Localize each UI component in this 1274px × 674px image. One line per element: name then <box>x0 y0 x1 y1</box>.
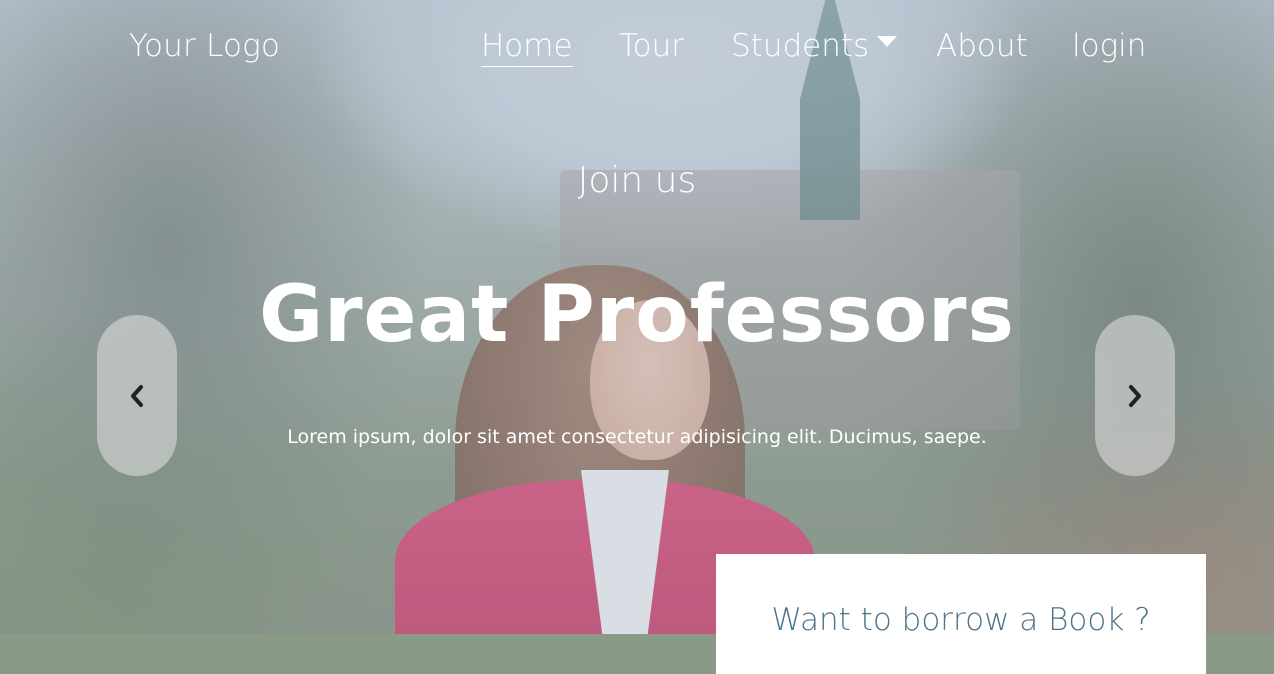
nav-item-students-label: Students <box>731 28 870 64</box>
hero-tagline: Join us <box>577 160 697 201</box>
navbar: Your Logo Home Tour Students About login <box>0 0 1274 100</box>
hero-subtitle: Lorem ipsum, dolor sit amet consectetur … <box>287 426 987 448</box>
nav-item-students[interactable]: Students <box>731 28 898 64</box>
hero-title: Great Professors <box>259 270 1015 360</box>
chevron-left-icon <box>131 384 143 407</box>
nav-item-login[interactable]: login <box>1072 28 1146 64</box>
nav-item-home[interactable]: Home <box>481 28 573 67</box>
caret-down-icon <box>877 36 898 47</box>
carousel-prev-button[interactable] <box>97 315 177 476</box>
site-logo[interactable]: Your Logo <box>129 28 280 64</box>
chevron-right-icon <box>1129 384 1141 407</box>
borrow-book-card: Want to borrow a Book ? <box>716 554 1206 674</box>
nav-item-tour[interactable]: Tour <box>619 28 684 64</box>
nav-item-about[interactable]: About <box>936 28 1028 64</box>
carousel-next-button[interactable] <box>1095 315 1175 476</box>
borrow-book-title: Want to borrow a Book ? <box>771 602 1151 638</box>
